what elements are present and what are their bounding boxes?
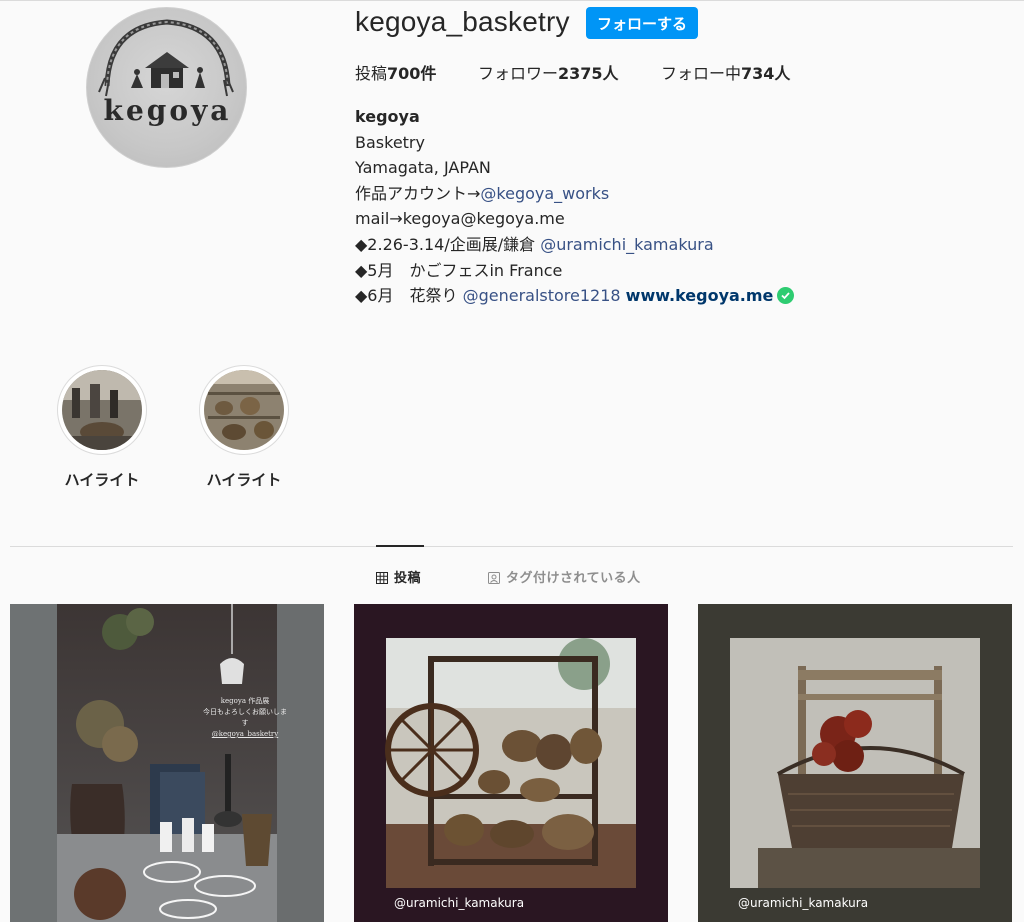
- profile-bio: kegoya Basketry Yamagata, JAPAN 作品アカウント→…: [355, 104, 795, 309]
- bio-line-fes: ◆5月 かごフェスin France: [355, 260, 563, 280]
- follow-button[interactable]: フォローする: [586, 7, 698, 39]
- verified-check-icon: [777, 287, 795, 305]
- tab-posts[interactable]: 投稿: [376, 567, 421, 588]
- avatar-illustration: [98, 19, 234, 97]
- top-border: [0, 0, 1024, 1]
- post-thumbnail[interactable]: @uramichi_kamakura: [698, 604, 1012, 922]
- active-tab-indicator: [376, 545, 424, 547]
- highlight-item[interactable]: ハイライト: [57, 365, 147, 490]
- tabs-divider: [10, 546, 1013, 547]
- overlay-line: 今日もよろしくお願いします: [203, 708, 287, 727]
- bio-line-exhibition: ◆2.26-3.14/企画展/鎌倉 @uramichi_kamakura: [355, 232, 794, 258]
- highlight-label: ハイライト: [206, 471, 282, 489]
- generalstore-link[interactable]: @generalstore1218: [463, 286, 621, 305]
- post-image: [698, 604, 1012, 922]
- highlight-thumbnail: [62, 370, 142, 450]
- highlight-label: ハイライト: [64, 471, 140, 489]
- post-thumbnail[interactable]: @uramichi_kamakura: [354, 604, 668, 922]
- profile-username: kegoya_basketry: [355, 6, 570, 37]
- following-stat-count: 734人: [741, 64, 791, 83]
- followers-stat[interactable]: フォロワー2375人: [478, 60, 619, 84]
- grid-icon: [376, 572, 388, 588]
- followers-stat-label: フォロワー: [478, 64, 559, 83]
- bio-exhibition-prefix: ◆2.26-3.14/企画展/鎌倉: [355, 234, 541, 254]
- works-account-link[interactable]: @kegoya_works: [480, 184, 609, 203]
- tab-tagged-label: タグ付けされている人: [506, 571, 641, 586]
- post-overlay-text: kegoya 作品展 今日もよろしくお願いします @kegoya_basketr…: [200, 696, 290, 740]
- bio-line-works: 作品アカウント→@kegoya_works: [355, 181, 794, 207]
- post-image: [10, 604, 324, 922]
- highlight-thumbnail: [204, 370, 284, 450]
- followers-stat-count: 2375人: [558, 64, 619, 83]
- bio-festival-prefix: ◆6月 花祭り: [355, 286, 463, 306]
- overlay-line: kegoya 作品展: [220, 697, 270, 705]
- post-thumbnail[interactable]: kegoya 作品展 今日もよろしくお願いします @kegoya_basketr…: [10, 604, 324, 922]
- following-stat[interactable]: フォロー中734人: [661, 60, 790, 84]
- posts-stat-count: 700件: [387, 64, 437, 83]
- highlight-item[interactable]: ハイライト: [199, 365, 289, 490]
- bio-line-festival: ◆6月 花祭り @generalstore1218 www.kegoya.me: [355, 283, 795, 309]
- website-link[interactable]: www.kegoya.me: [626, 286, 774, 305]
- following-stat-label: フォロー中: [661, 64, 742, 83]
- highlight-ring: [57, 365, 147, 455]
- posts-stat[interactable]: 投稿700件: [355, 60, 436, 84]
- bio-line-category: Basketry: [355, 132, 425, 152]
- post-image: [354, 604, 668, 922]
- post-caption: @uramichi_kamakura: [738, 896, 869, 910]
- post-caption: @uramichi_kamakura: [394, 896, 525, 910]
- profile-avatar[interactable]: kegoya: [86, 7, 247, 168]
- tab-posts-label: 投稿: [394, 571, 422, 586]
- bio-line-location: Yamagata, JAPAN: [355, 158, 491, 178]
- bio-name: kegoya: [355, 107, 420, 126]
- tab-tagged[interactable]: タグ付けされている人: [488, 567, 641, 588]
- highlight-ring: [199, 365, 289, 455]
- tagged-user-icon: [488, 572, 500, 588]
- bio-line-mail: mail→kegoya@kegoya.me: [355, 209, 565, 229]
- posts-stat-label: 投稿: [355, 64, 388, 83]
- bio-works-prefix: 作品アカウント→: [355, 183, 481, 203]
- overlay-line: @kegoya_basketry: [211, 730, 279, 738]
- avatar-logo-text: kegoya: [103, 94, 232, 127]
- uramichi-link[interactable]: @uramichi_kamakura: [540, 235, 713, 254]
